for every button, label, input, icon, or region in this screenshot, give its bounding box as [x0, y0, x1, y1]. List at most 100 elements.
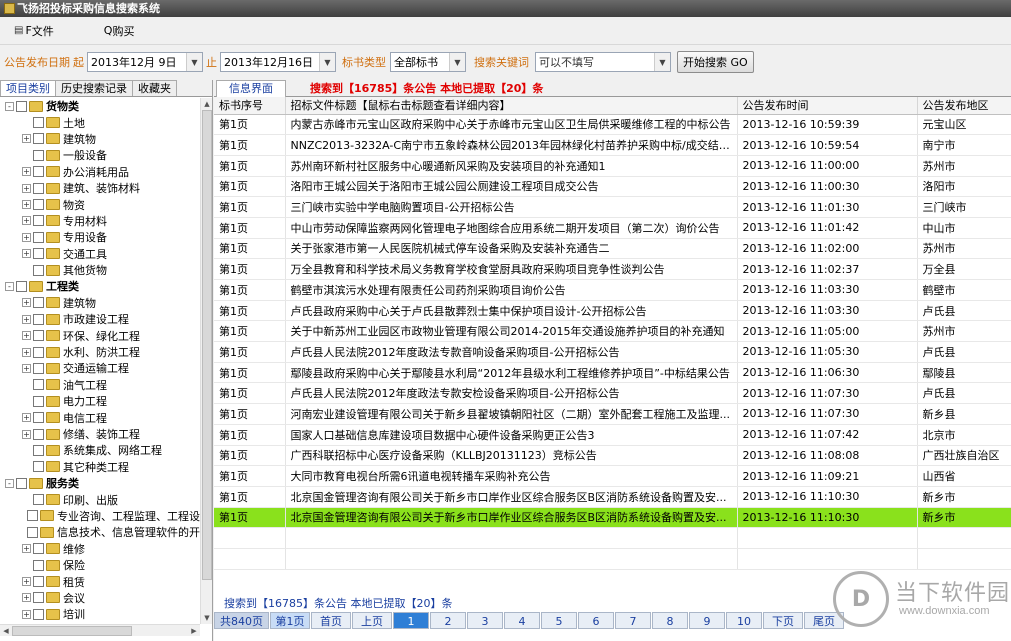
col-header-title[interactable]: 招标文件标题【鼠标右击标题查看详细内容】: [285, 97, 738, 115]
pager-next[interactable]: 下页: [763, 612, 803, 629]
tree-node[interactable]: + 交通运输工程: [0, 360, 200, 376]
search-button[interactable]: 开始搜索 GO: [677, 51, 754, 73]
dropdown-arrow-icon[interactable]: ▼: [654, 53, 670, 71]
dropdown-arrow-icon[interactable]: ▼: [449, 53, 465, 71]
tree-node[interactable]: - 工程类: [0, 278, 200, 294]
scroll-left-icon[interactable]: ◀: [0, 625, 12, 637]
expand-icon[interactable]: +: [22, 249, 31, 259]
pager-prev[interactable]: 上页: [352, 612, 392, 629]
pager-first[interactable]: 首页: [311, 612, 351, 629]
tree-checkbox[interactable]: [33, 444, 44, 456]
table-row[interactable]: 第1页 三门峡市实验中学电脑购置项目-公开招标公告 2013-12-16 11:01…: [214, 196, 1011, 218]
expand-icon[interactable]: +: [22, 216, 31, 226]
tree-node[interactable]: + 办公消耗用品: [0, 164, 200, 180]
pager-page-10[interactable]: 10: [726, 612, 762, 629]
table-row[interactable]: 第1页 中山市劳动保障监察两网化管理电子地图综合应用系统二期开发项目（第二次）询价…: [214, 217, 1011, 239]
tree-node[interactable]: 其他货物: [0, 262, 200, 278]
tree-node[interactable]: + 环保、绿化工程: [0, 327, 200, 343]
tab-category[interactable]: 项目类别: [0, 80, 56, 96]
cell-title[interactable]: 鹤壁市淇滨污水处理有限责任公司药剂采购项目询价公告: [285, 279, 738, 301]
tree-node[interactable]: 专业咨询、工程监理、工程设: [0, 508, 200, 524]
expand-icon[interactable]: +: [22, 331, 31, 341]
cell-title[interactable]: 河南宏业建设管理有限公司关于新乡县翟坡镇朝阳社区（二期）室外配套工程施工及监理.…: [285, 403, 738, 425]
tree-checkbox[interactable]: [33, 117, 44, 129]
pager-page-1[interactable]: 1: [393, 612, 429, 629]
table-row[interactable]: 第1页 国家人口基础信息库建设项目数据中心硬件设备采购更正公告3 2013-12-1…: [214, 424, 1011, 446]
pager-page-8[interactable]: 8: [652, 612, 688, 629]
dropdown-arrow-icon[interactable]: ▼: [319, 53, 335, 71]
pager-page-2[interactable]: 2: [430, 612, 466, 629]
tree-checkbox[interactable]: [33, 362, 44, 374]
tree-node[interactable]: + 维修: [0, 541, 200, 557]
cell-title[interactable]: 苏州南环新村社区服务中心暖通新风采购及安装项目的补充通知1: [285, 155, 738, 177]
cell-title[interactable]: 北京国金管理咨询有限公司关于新乡市口岸作业区综合服务区B区消防系统设备购置及安.…: [285, 507, 738, 529]
tree-node[interactable]: 油气工程: [0, 377, 200, 393]
cell-title[interactable]: 大同市教育电视台所需6讯道电视转播车采购补充公告: [285, 465, 738, 487]
tree-checkbox[interactable]: [16, 477, 27, 489]
table-row[interactable]: 第1页 卢氏县政府采购中心关于卢氏县散葬烈士集中保护项目设计-公开招标公告 2013…: [214, 300, 1011, 322]
tree-node[interactable]: 电力工程: [0, 393, 200, 409]
scroll-thumb[interactable]: [202, 110, 212, 580]
expand-icon[interactable]: +: [22, 609, 31, 619]
tree-checkbox[interactable]: [33, 297, 44, 309]
tree-node[interactable]: 保险: [0, 557, 200, 573]
table-row[interactable]: 第1页 洛阳市王城公园关于洛阳市王城公园公厕建设工程项目成交公告 2013-12-1…: [214, 176, 1011, 198]
type-select[interactable]: 全部标书 ▼: [390, 52, 466, 72]
table-row[interactable]: 第1页 卢氏县人民法院2012年度政法专款音响设备采购项目-公开招标公告 2013-…: [214, 341, 1011, 363]
tree-node[interactable]: + 修缮、装饰工程: [0, 426, 200, 442]
col-header-index[interactable]: 标书序号: [214, 97, 286, 115]
tree-node[interactable]: + 电信工程: [0, 409, 200, 425]
cell-title[interactable]: 卢氏县人民法院2012年度政法专款安检设备采购项目-公开招标公告: [285, 382, 738, 405]
expand-icon[interactable]: +: [22, 314, 31, 324]
table-row[interactable]: 第1页 鄢陵县政府采购中心关于鄢陵县水利局“2012年县级水利工程维修养护项目”-…: [214, 362, 1011, 384]
tree-node[interactable]: + 会议: [0, 590, 200, 606]
tree-horizontal-scrollbar[interactable]: ◀ ▶: [0, 624, 200, 636]
cell-title[interactable]: 国家人口基础信息库建设项目数据中心硬件设备采购更正公告3: [285, 424, 738, 446]
table-row[interactable]: 第1页 广西科联招标中心医疗设备采购（KLLBJ20131123）竞标公告 2013…: [214, 445, 1011, 467]
tree-node[interactable]: + 建筑物: [0, 131, 200, 147]
tree-node[interactable]: - 服务类: [0, 475, 200, 491]
table-row[interactable]: 第1页 万全县教育和科学技术局义务教育学校食堂厨具政府采购项目竞争性谈判公告 201…: [214, 258, 1011, 280]
tree-checkbox[interactable]: [33, 182, 44, 194]
table-row[interactable]: 第1页 关于张家港市第一人民医院机械式停车设备采购及安装补充通告二 2013-12-…: [214, 238, 1011, 260]
tree-node[interactable]: + 专用设备: [0, 229, 200, 245]
tree-checkbox[interactable]: [33, 592, 44, 604]
table-row[interactable]: 第1页 鹤壁市淇滨污水处理有限责任公司药剂采购项目询价公告 2013-12-16 1…: [214, 279, 1011, 301]
tree-node[interactable]: + 水利、防洪工程: [0, 344, 200, 360]
table-row[interactable]: 第1页 NNZC2013-3232A-C南宁市五象岭森林公园2013年园林绿化村苗…: [214, 134, 1011, 156]
tree-node[interactable]: 信息技术、信息管理软件的开: [0, 524, 200, 540]
table-row[interactable]: 第1页 内蒙古赤峰市元宝山区政府采购中心关于赤峰市元宝山区卫生局供采暖维修工程的中…: [214, 114, 1011, 136]
tree-vertical-scrollbar[interactable]: ▲ ▼: [200, 98, 212, 624]
tree-checkbox[interactable]: [33, 330, 44, 342]
date-from-picker[interactable]: 2013年12月 9日 ▼: [87, 52, 203, 72]
table-row[interactable]: 第1页 北京国金管理咨询有限公司关于新乡市口岸作业区综合服务区B区消防系统设备购置…: [214, 507, 1011, 529]
table-row[interactable]: 第1页 卢氏县人民法院2012年度政法专款安检设备采购项目-公开招标公告 2013-…: [214, 382, 1011, 405]
pager-page-5[interactable]: 5: [541, 612, 577, 629]
tree-checkbox[interactable]: [33, 395, 44, 407]
cell-title[interactable]: 卢氏县人民法院2012年度政法专款音响设备采购项目-公开招标公告: [285, 341, 738, 363]
tree-checkbox[interactable]: [27, 510, 38, 522]
tree-checkbox[interactable]: [33, 559, 44, 571]
date-to-picker[interactable]: 2013年12月16日 ▼: [220, 52, 336, 72]
table-row[interactable]: 第1页 关于中新苏州工业园区市政物业管理有限公司2014-2015年交通设施养护项…: [214, 320, 1011, 343]
tree-node[interactable]: 一般设备: [0, 147, 200, 163]
keyword-input[interactable]: 可以不填写 ▼: [535, 52, 671, 72]
expand-icon[interactable]: +: [22, 134, 31, 144]
expand-icon[interactable]: +: [22, 232, 31, 242]
expand-icon[interactable]: +: [22, 363, 31, 373]
scroll-thumb[interactable]: [12, 626, 132, 636]
tree-checkbox[interactable]: [33, 199, 44, 211]
tree-checkbox[interactable]: [33, 461, 44, 473]
cell-title[interactable]: 关于中新苏州工业园区市政物业管理有限公司2014-2015年交通设施养护项目的补…: [285, 320, 738, 343]
expand-icon[interactable]: +: [22, 347, 31, 357]
menu-file[interactable]: ▤ F 文件: [14, 23, 54, 39]
expand-icon[interactable]: +: [22, 183, 31, 193]
tree-checkbox[interactable]: [33, 313, 44, 325]
tab-history[interactable]: 历史搜索记录: [55, 80, 133, 96]
expand-icon[interactable]: +: [22, 593, 31, 603]
scroll-right-icon[interactable]: ▶: [188, 625, 200, 637]
expand-icon[interactable]: +: [22, 544, 31, 554]
table-row[interactable]: 第1页 北京国金管理咨询有限公司关于新乡市口岸作业区综合服务区B区消防系统设备购置…: [214, 486, 1011, 508]
collapse-icon[interactable]: -: [5, 478, 14, 488]
cell-title[interactable]: 北京国金管理咨询有限公司关于新乡市口岸作业区综合服务区B区消防系统设备购置及安.…: [285, 486, 738, 508]
